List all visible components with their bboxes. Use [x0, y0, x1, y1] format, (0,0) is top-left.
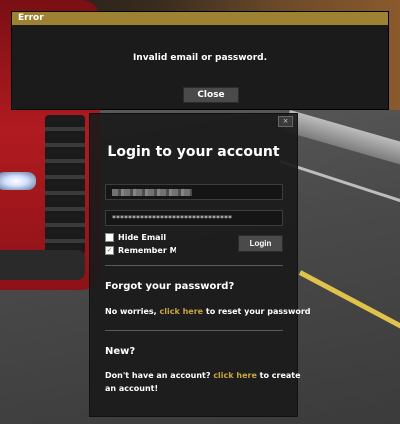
truck-headlight [0, 172, 36, 190]
login-button[interactable]: Login [238, 235, 283, 252]
forgot-suffix: to reset your password [203, 307, 311, 316]
divider [105, 330, 283, 331]
close-button[interactable]: Close [183, 87, 239, 103]
hide-email-box[interactable] [105, 233, 114, 242]
forgot-password-text: No worries, click here to reset your pas… [105, 305, 311, 318]
hide-email-label: Hide Email [118, 233, 167, 242]
reset-password-link[interactable]: click here [160, 307, 204, 316]
new-suffix: to create [256, 371, 301, 380]
error-message: Invalid email or password. [132, 53, 268, 63]
email-field[interactable] [105, 184, 283, 200]
login-panel: × Login to your account ****************… [89, 113, 311, 417]
hide-email-checkbox[interactable]: Hide Email [105, 233, 166, 242]
new-line2: an account! [105, 384, 159, 393]
remember-me-checkbox[interactable]: ✓ Remember Me [105, 246, 176, 255]
remember-me-label: Remember Me [118, 246, 176, 255]
panel-close-icon[interactable]: × [278, 116, 293, 127]
forgot-prefix: No worries, [105, 307, 160, 316]
forgot-password-heading: Forgot your password? [105, 281, 235, 292]
login-title: Login to your account [107, 144, 280, 160]
error-dialog-title: Error [12, 12, 388, 25]
create-account-link[interactable]: click here [213, 371, 257, 380]
new-prefix: Don't have an account? [105, 371, 214, 380]
truck-grille [45, 115, 85, 255]
checkmark-icon[interactable]: ✓ [105, 246, 114, 255]
redacted-email [112, 189, 192, 196]
new-account-heading: New? [105, 346, 136, 357]
divider [105, 265, 283, 266]
new-account-text: Don't have an account? click here to cre… [105, 369, 301, 395]
password-field[interactable]: ****************************** [105, 210, 283, 226]
error-dialog: Error Invalid email or password. Close [11, 11, 389, 110]
truck-bumper [0, 250, 85, 280]
